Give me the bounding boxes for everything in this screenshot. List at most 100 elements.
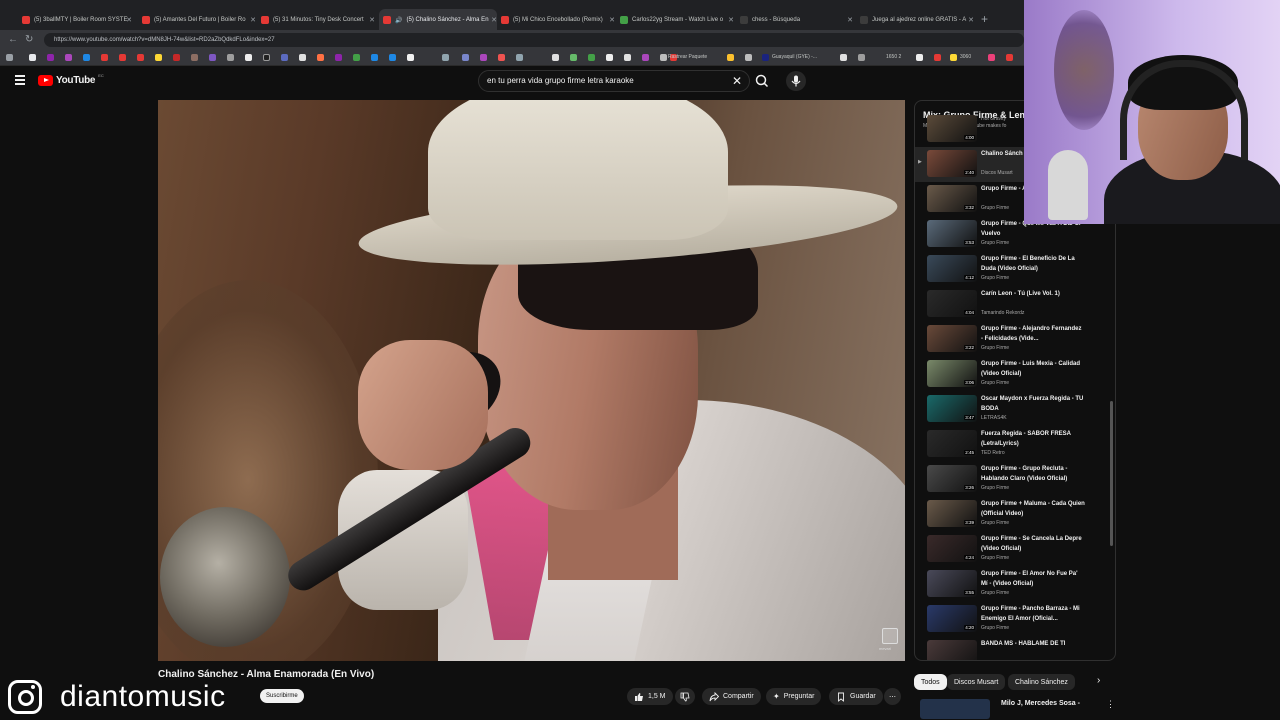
bookmark-icon[interactable] [552,54,559,61]
channel-name[interactable]: Grupo Firme [981,205,1009,211]
bookmark-icon[interactable] [191,54,198,61]
video-thumbnail[interactable]: 3:53 [927,220,977,247]
like-button[interactable]: 1,5 M [627,688,673,705]
bookmark-icon[interactable] [516,54,523,61]
bookmark-icon[interactable] [1006,54,1013,61]
bookmark-icon[interactable] [606,54,613,61]
bookmark-icon[interactable] [155,54,162,61]
browser-tab[interactable]: Carlos22yg Stream - Watch Live o ✕ [620,11,734,29]
bookmark-icon[interactable] [858,54,865,61]
youtube-logo[interactable]: YouTube EC [38,73,104,86]
chip-discos-musart[interactable]: Discos Musart [947,674,1006,690]
video-title-link[interactable]: Grupo Firme - El Amor No Fue Pa' Mí - (V… [981,569,1085,589]
playlist-item[interactable]: BANDA MS - HABLAME DE TI [915,637,1110,660]
bookmark-icon[interactable] [137,54,144,61]
channel-name[interactable]: Discos Musart [981,170,1013,176]
menu-icon[interactable] [15,75,25,85]
playlist-item[interactable]: 3:06 Grupo Firme - Luis Mexia - Calidad (… [915,357,1110,392]
new-tab-button[interactable]: + [981,12,988,26]
bookmark-icon[interactable] [101,54,108,61]
dislike-button[interactable] [675,688,695,705]
save-button[interactable]: Guardar [829,688,883,705]
channel-watermark-icon[interactable] [882,628,898,644]
subscribe-button[interactable]: Suscribirme [260,689,304,703]
playlist-scrollbar[interactable] [1110,401,1113,546]
video-thumbnail[interactable]: 2:45 [927,430,977,457]
video-title-link[interactable]: Grupo Firme - Luis Mexia - Calidad (Vide… [981,359,1085,379]
back-icon[interactable]: ← [8,34,18,45]
bookmark-icon[interactable] [227,54,234,61]
url-field[interactable]: https://www.youtube.com/watch?v=dMN8JH-7… [44,33,1024,47]
bookmark-icon[interactable] [840,54,847,61]
channel-name[interactable]: Grupo Firme [981,520,1009,526]
video-thumbnail[interactable]: 4:00 [927,115,977,142]
browser-tab[interactable]: (5) 3ballMTY | Boiler Room SYSTE ✕ [22,11,132,29]
bookmark-icon[interactable] [480,54,487,61]
bookmark-icon[interactable] [209,54,216,61]
bookmark-icon[interactable] [442,54,449,61]
bookmark-icon[interactable] [299,54,306,61]
browser-tab[interactable]: (5) Mi Chico Encebollado (Remix) ✕ [501,11,615,29]
more-actions-button[interactable]: ⋯ [884,688,901,705]
channel-name[interactable]: Grupo Firme [981,240,1009,246]
close-tab-icon[interactable]: ✕ [609,16,615,24]
video-title-link[interactable]: Grupo Firme - Alejandro Fernandez - Feli… [981,324,1085,344]
search-box[interactable]: en tu perra vida grupo firme letra karao… [478,70,750,92]
video-thumbnail[interactable]: 4:12 [927,255,977,282]
video-title-link[interactable]: Oscar Maydon x Fuerza Regida - TU BODA [981,394,1085,414]
video-title-link[interactable]: BANDA MS - HABLAME DE TI [981,639,1085,649]
bookmark-icon[interactable] [281,54,288,61]
close-tab-icon[interactable]: ✕ [968,16,974,24]
bookmark-icon[interactable] [462,54,469,61]
video-title-link[interactable]: Fuerza Regida - SABOR FRESA (Letra/Lyric… [981,429,1085,449]
channel-name[interactable]: Grupo Firme [981,555,1009,561]
video-thumbnail[interactable]: 3:32 [927,185,977,212]
video-thumbnail[interactable]: 3:06 [927,360,977,387]
playlist-item[interactable]: 2:45 Fuerza Regida - SABOR FRESA (Letra/L… [915,427,1110,462]
bookmark-icon[interactable] [263,54,270,61]
browser-tab[interactable]: chess - Búsqueda ✕ [740,11,853,29]
bookmark-icon[interactable] [950,54,957,61]
bookmark-icon[interactable] [371,54,378,61]
channel-name[interactable]: Tamarindo Rekordz [981,310,1024,316]
search-input[interactable]: en tu perra vida grupo firme letra karao… [487,76,634,85]
video-thumbnail[interactable]: 3:22 [927,325,977,352]
bookmark-icon[interactable] [934,54,941,61]
channel-name[interactable]: TED Retro [981,450,1005,456]
playlist-item[interactable]: 4:20 Grupo Firme - Pancho Barraza - Mi En… [915,602,1110,637]
bookmark-icon[interactable] [245,54,252,61]
bookmark-icon[interactable] [745,54,752,61]
video-title-link[interactable]: Grupo Firme - Pancho Barraza - Mi Enemig… [981,604,1085,624]
bookmark-icon[interactable] [762,54,769,61]
playlist-item[interactable]: 4:24 Grupo Firme - Se Cancela La Depre (V… [915,532,1110,567]
browser-tab[interactable]: Juega al ajedrez online GRATIS - A ✕ [860,11,974,29]
bookmark-icon[interactable] [6,54,13,61]
bookmark-icon[interactable] [988,54,995,61]
close-tab-icon[interactable]: ✕ [728,16,734,24]
playlist-item[interactable]: 3:55 Grupo Firme - El Amor No Fue Pa' Mí … [915,567,1110,602]
bookmark-label[interactable]: 1650 2 [886,54,901,60]
video-thumbnail[interactable]: 3:55 [927,570,977,597]
close-tab-icon[interactable]: ✕ [250,16,256,24]
channel-name[interactable]: Hot Gravity [981,116,1006,122]
video-title-link[interactable]: Grupo Firme + Maluma - Cada Quien (Offic… [981,499,1085,519]
video-title-link[interactable]: Carín Leon - Tú (Live Vol. 1) [981,289,1085,299]
channel-name[interactable]: Grupo Firme [981,485,1009,491]
channel-name[interactable]: LETRAS4K [981,415,1007,421]
bookmark-icon[interactable] [65,54,72,61]
bookmark-icon[interactable] [317,54,324,61]
bookmark-icon[interactable] [83,54,90,61]
video-thumbnail[interactable] [927,640,977,660]
share-button[interactable]: Compartir [702,688,761,705]
browser-tab-active[interactable]: 🔊 (5) Chalino Sánchez - Alma En ✕ [379,9,497,31]
close-tab-icon[interactable]: ✕ [847,16,853,24]
ask-button[interactable]: ✦ Preguntar [766,688,822,705]
bookmark-icon[interactable] [660,54,667,61]
close-tab-icon[interactable]: ✕ [126,16,132,24]
next-video-thumbnail[interactable] [920,699,990,719]
bookmark-icon[interactable] [498,54,505,61]
video-thumbnail[interactable]: 4:24 [927,535,977,562]
video-player[interactable]: mevari [158,100,905,661]
browser-tab[interactable]: (5) 31 Minutos: Tiny Desk Concert ✕ [261,11,375,29]
video-thumbnail[interactable]: 4:04 [927,290,977,317]
